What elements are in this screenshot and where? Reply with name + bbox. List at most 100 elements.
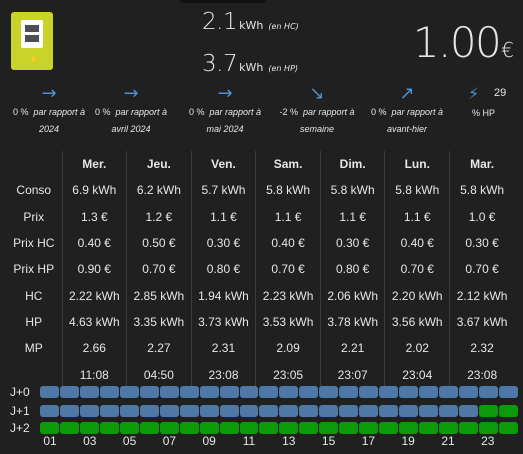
hc-unit: kWh [239, 19, 264, 32]
hc-hour-segment [339, 386, 359, 398]
table-cell: 3.67 kWh [449, 308, 515, 336]
hc-hour-segment [40, 386, 59, 398]
hc-hour-segment [259, 405, 279, 417]
comparison-label: par rapport à [209, 107, 262, 117]
table-cell: 1.1 € [255, 203, 321, 230]
table-cell: 0.90 € [61, 256, 127, 283]
table-cell: 1.3 € [61, 203, 127, 230]
hp-hour-segment [79, 422, 99, 434]
hc-hour-segment [319, 405, 339, 417]
comparison-percent: 0 % [94, 107, 111, 117]
hp-hour-segment [59, 422, 79, 434]
hp-hour-segment [359, 422, 379, 434]
table-cell: 1.1 € [384, 203, 450, 230]
hp-hour-segment [179, 422, 199, 434]
table-cell: 2.06 kWh [319, 282, 385, 309]
table-cell: 0.70 € [384, 256, 450, 283]
table-cell: 3.35 kWh [126, 308, 192, 336]
table-cell: 1.1 € [190, 203, 256, 230]
table-cell: 0.30 € [319, 229, 385, 257]
table-row: HC 2.22 kWh 2.85 kWh 1.94 kWh 2.23 kWh 2.06 k… [6, 282, 515, 309]
hc-hour-segment [399, 386, 419, 398]
table-cell: 5.7 kWh [190, 177, 256, 204]
hc-hour-segment [159, 386, 179, 398]
row-label: Prix [23, 209, 45, 224]
hc-hour-segment [359, 386, 379, 398]
hp-value: 3.7 [202, 51, 238, 77]
table-cell: 0.50 € [126, 229, 192, 257]
table-row: MP 2.66 2.27 2.31 2.09 2.21 2.02 2.32 [6, 335, 515, 362]
hc-hour-segment [339, 405, 359, 417]
day-header: Lun. [384, 151, 450, 178]
table-cell: 5.8 kWh [319, 177, 385, 204]
table-cell: 5.8 kWh [384, 177, 450, 204]
hour-label: 19 [401, 434, 415, 448]
table-cell: 0.30 € [190, 229, 256, 257]
hp-hour-segment [139, 422, 159, 434]
flash-icon: ⚡ [468, 84, 480, 103]
hour-label: 17 [361, 434, 376, 448]
table-cell: 23:08 [190, 361, 256, 388]
hc-hour-segment [119, 386, 139, 398]
table-cell: 0.70 € [126, 256, 192, 283]
hour-label: 03 [83, 434, 97, 448]
table-cell: 23:08 [449, 361, 515, 388]
table-cell: 3.78 kWh [319, 308, 385, 336]
table-cell: 23:04 [384, 361, 450, 388]
row-label: HC [25, 288, 43, 303]
right-arrow-icon: → [217, 83, 233, 104]
comparison-label: par rapport à [303, 107, 355, 117]
electric-meter-icon[interactable]: ⚡ [11, 12, 53, 70]
table-cell: 4.63 kWh [61, 308, 127, 336]
hc-hour-segment [439, 405, 459, 417]
hc-hour-segment [299, 386, 319, 398]
right-arrow-icon: → [123, 83, 139, 104]
hc-hour-segment [439, 386, 459, 398]
hp-hour-segment [478, 405, 498, 417]
hc-hour-segment [459, 405, 478, 417]
row-label: Conso [16, 183, 52, 198]
hc-suffix: (en HC) [268, 22, 299, 31]
comparison-label: par rapport à [33, 107, 86, 117]
hc-hour-segment [199, 405, 219, 417]
hp-hour-segment [459, 422, 478, 434]
table-row: Prix HC 0.40 €0.50 €0.30 €0.40 €0.30 €0.4… [6, 229, 515, 257]
hour-label: 05 [122, 434, 137, 448]
daily-cost: 1.00€ [413, 18, 514, 67]
table-cell: 2.32 [449, 335, 515, 362]
up-right-arrow-icon: ↗ [399, 83, 415, 104]
table-cell: 23:05 [255, 361, 321, 388]
hp-hour-segment [339, 422, 359, 434]
top-edge-bar [180, 0, 266, 3]
timeline-bar [40, 386, 518, 398]
day-header: Sam. [255, 151, 321, 178]
comparison-period: 2024 [38, 124, 60, 134]
hc-hour-segment [319, 386, 339, 398]
table-cell: 11:08 [61, 361, 127, 388]
table-cell: 5.8 kWh [449, 177, 515, 204]
hp-hour-segment [439, 422, 459, 434]
day-header: Jeu. [126, 151, 192, 178]
table-row: Prix 1.3 €1.2 €1.1 €1.1 €1.1 €1.1 €1.0 € [6, 203, 515, 230]
table-cell: 0.70 € [255, 256, 321, 283]
hc-hour-segment [299, 405, 319, 417]
hp-hour-segment [319, 422, 339, 434]
hc-value: 2.1 [202, 9, 238, 35]
hp-hour-segment [259, 422, 279, 434]
hc-hour-segment [419, 405, 439, 417]
hc-hour-segment [99, 405, 119, 417]
table-cell: 0.40 € [61, 229, 127, 257]
comparison-period: mai 2024 [206, 124, 244, 134]
comparison-percent: 0 % [12, 107, 29, 117]
day-header: Ven. [190, 151, 256, 178]
comparison-period: avant-hier [386, 124, 428, 134]
table-cell: 0.40 € [384, 229, 450, 257]
table-cell: 6.9 kWh [61, 177, 127, 204]
hp-hour-segment [219, 422, 239, 434]
hour-label: 13 [282, 434, 296, 448]
hc-hour-segment [119, 405, 139, 417]
comparison-item: ↘ -2 % par rapport à semaine [268, 84, 366, 138]
timeline-bar [40, 405, 518, 417]
table-cell: 6.2 kWh [126, 177, 192, 204]
hc-hour-segment [259, 386, 279, 398]
